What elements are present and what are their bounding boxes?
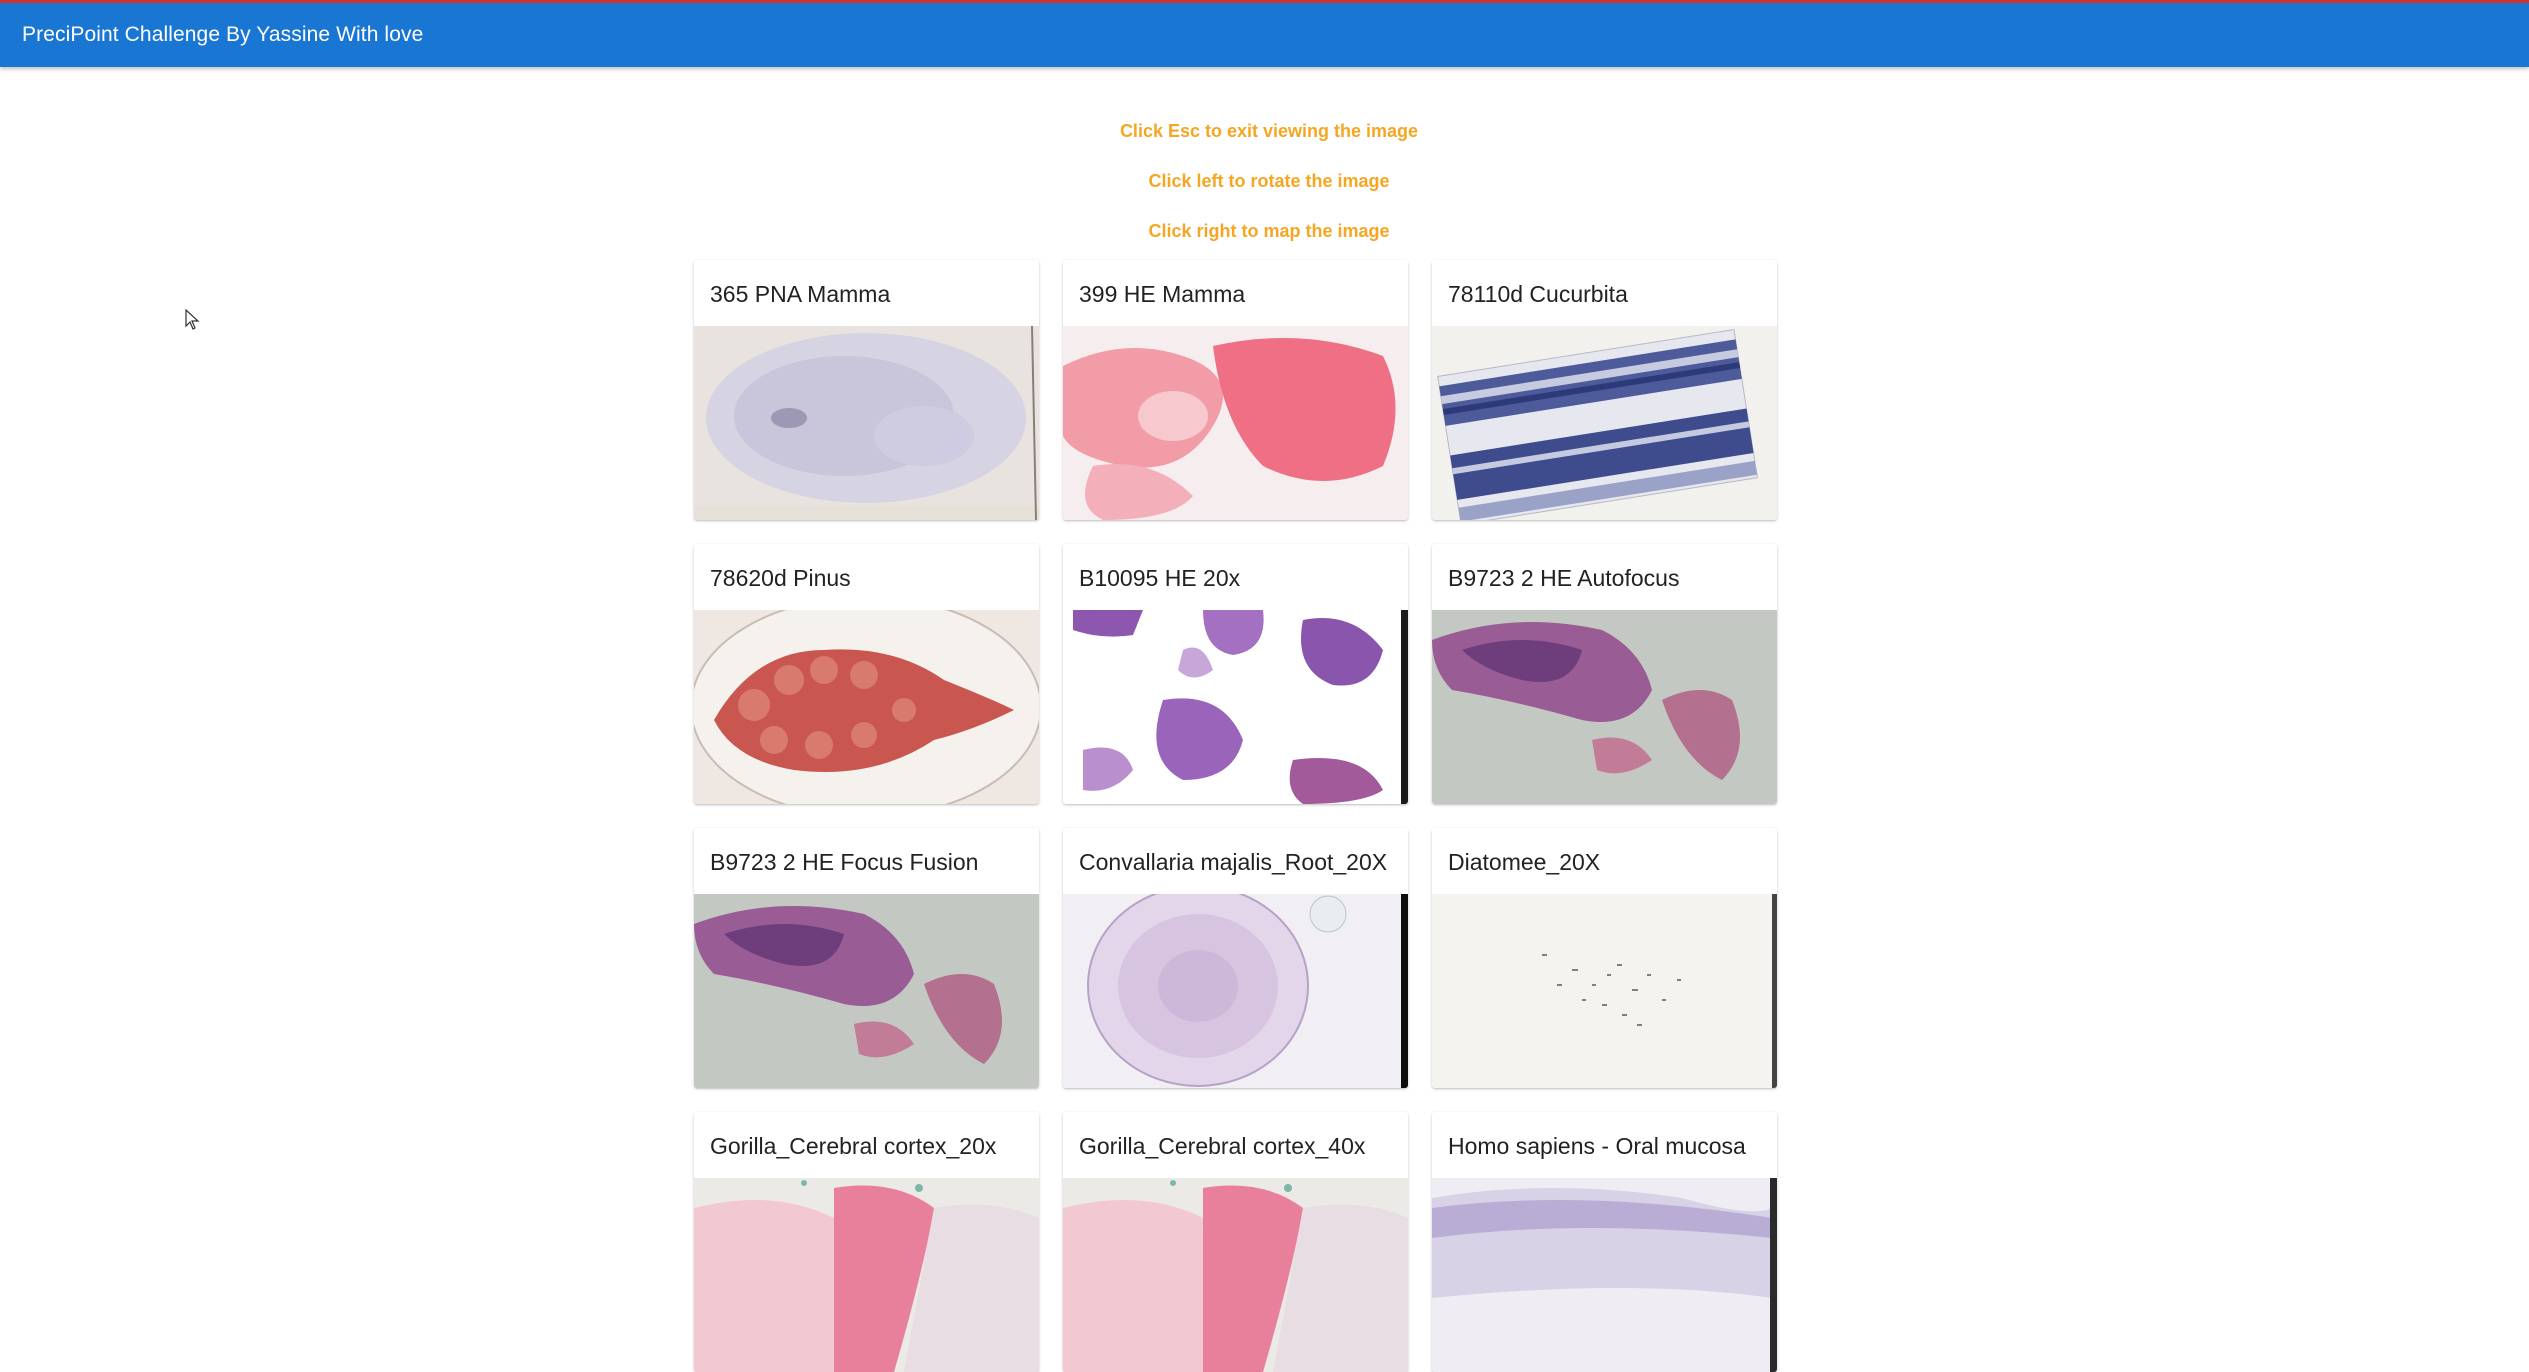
- card-title: B9723 2 HE Focus Fusion: [710, 849, 979, 875]
- image-card-convallaria-majalis-root-20x[interactable]: Convallaria majalis_Root_20X: [1063, 828, 1408, 1088]
- card-image-purple-pink-tissue[interactable]: [694, 894, 1039, 1088]
- card-image-purple-scattered[interactable]: [1063, 610, 1408, 804]
- card-title: B10095 HE 20x: [1079, 565, 1241, 591]
- instructions: Click Esc to exit viewing the image Clic…: [0, 118, 2529, 268]
- mouse-cursor-icon: [185, 309, 200, 330]
- card-title: 399 HE Mamma: [1079, 281, 1246, 307]
- card-image-pink-cortex[interactable]: [1063, 1178, 1408, 1372]
- image-card-gorilla-cerebral-cortex-40x[interactable]: Gorilla_Cerebral cortex_40x: [1063, 1112, 1408, 1372]
- image-card-78110d-cucurbita[interactable]: 78110d Cucurbita: [1432, 260, 1777, 520]
- app-bar: PreciPoint Challenge By Yassine With lov…: [0, 0, 2529, 67]
- image-card-gorilla-cerebral-cortex-20x[interactable]: Gorilla_Cerebral cortex_20x: [694, 1112, 1039, 1372]
- card-title: Diatomee_20X: [1448, 849, 1601, 875]
- card-image-purple-pink-tissue[interactable]: [1432, 610, 1777, 804]
- card-image-pink-cortex[interactable]: [694, 1178, 1039, 1372]
- card-title: 365 PNA Mamma: [710, 281, 891, 307]
- instruction-rotate: Click left to rotate the image: [1148, 171, 1390, 191]
- image-card-b9723-2-he-focus-fusion[interactable]: B9723 2 HE Focus Fusion: [694, 828, 1039, 1088]
- card-image-pale-blue-tissue[interactable]: [694, 326, 1039, 520]
- card-image-pale-purple-mucosa[interactable]: [1432, 1178, 1777, 1372]
- image-card-homo-sapiens-oral-mucosa[interactable]: Homo sapiens - Oral mucosa: [1432, 1112, 1777, 1372]
- card-image-red-pinus[interactable]: [694, 610, 1039, 804]
- card-image-sparse-diatom[interactable]: [1432, 894, 1777, 1088]
- image-card-365-pna-mamma[interactable]: 365 PNA Mamma: [694, 260, 1039, 520]
- image-card-78620d-pinus[interactable]: 78620d Pinus: [694, 544, 1039, 804]
- card-title: 78620d Pinus: [710, 565, 851, 591]
- instruction-esc: Click Esc to exit viewing the image: [1119, 121, 1419, 141]
- card-title: 78110d Cucurbita: [1448, 281, 1628, 307]
- card-title: Gorilla_Cerebral cortex_40x: [1079, 1133, 1366, 1159]
- image-card-b10095-he-20x[interactable]: B10095 HE 20x: [1063, 544, 1408, 804]
- card-image-round-root-section[interactable]: [1063, 894, 1408, 1088]
- image-card-b9723-2-he-autofocus[interactable]: B9723 2 HE Autofocus: [1432, 544, 1777, 804]
- image-card-diatomee-20x[interactable]: Diatomee_20X: [1432, 828, 1777, 1088]
- card-title: Gorilla_Cerebral cortex_20x: [710, 1133, 997, 1159]
- card-title: B9723 2 HE Autofocus: [1448, 565, 1680, 591]
- app-title: PreciPoint Challenge By Yassine With lov…: [22, 23, 424, 46]
- card-image-blue-striped-tissue[interactable]: [1432, 326, 1777, 520]
- image-grid: 365 PNA Mamma 399 HE Mamma 78110d Cucurb…: [694, 260, 1778, 1372]
- card-title: Homo sapiens - Oral mucosa: [1448, 1133, 1746, 1159]
- card-title: Convallaria majalis_Root_20X: [1079, 849, 1388, 875]
- card-image-pink-tissue[interactable]: [1063, 326, 1408, 520]
- image-card-399-he-mamma[interactable]: 399 HE Mamma: [1063, 260, 1408, 520]
